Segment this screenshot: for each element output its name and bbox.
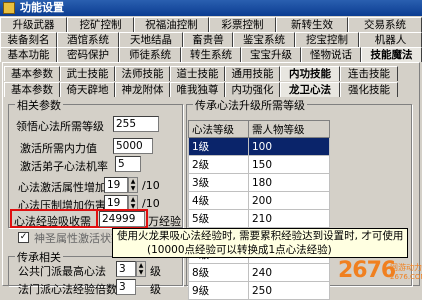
table-row[interactable]: 2级 150 bbox=[188, 155, 330, 174]
tab-rebirth-effect[interactable]: 新转生效 bbox=[276, 17, 348, 32]
table-row[interactable]: 8级 240 bbox=[188, 263, 330, 282]
tab-skill-magic[interactable]: 技能魔法 bbox=[361, 47, 422, 62]
public-skill-spinner[interactable]: ▲ ▼ bbox=[136, 261, 146, 277]
attr-unit: /10 bbox=[142, 179, 160, 192]
exp-unit: 万经验 bbox=[148, 215, 181, 228]
tab-yitian[interactable]: 倚天辟地 bbox=[60, 82, 115, 97]
tab-rebirth[interactable]: 转生系统 bbox=[181, 47, 241, 62]
window-title: 功能设置 bbox=[20, 1, 64, 14]
tab-upgrade-weapon[interactable]: 升级武器 bbox=[0, 17, 67, 32]
public-skill-input[interactable] bbox=[116, 261, 136, 277]
watermark-url: 2676.COM bbox=[390, 273, 422, 281]
tab-bless-oil[interactable]: 祝福油控制 bbox=[134, 17, 209, 32]
level-table[interactable]: 心法等级 需人物等级 1级1002级1503级1804级2005级2106级22… bbox=[188, 120, 330, 300]
cell-skill-level[interactable]: 4级 bbox=[188, 191, 249, 210]
tab-appraise[interactable]: 鉴宝系统 bbox=[233, 32, 295, 47]
table-row[interactable]: 4级 200 bbox=[188, 191, 330, 210]
table-row[interactable]: 9级 250 bbox=[188, 281, 330, 300]
tooltip-line-2: (10000点经验可以转换成1点心法经验) bbox=[147, 244, 332, 256]
table-row[interactable]: 5级 210 bbox=[188, 209, 330, 228]
cell-skill-level[interactable]: 2级 bbox=[188, 155, 249, 174]
tab-dragon-guard[interactable]: 龙卫心法 bbox=[280, 82, 340, 97]
tab-tavern[interactable]: 酒馆系统 bbox=[57, 32, 119, 47]
holy-attr-checkbox[interactable]: ✓ bbox=[18, 232, 29, 243]
tab-row-2: 装备刻名 酒馆系统 天地结晶 畜贵兽 鉴宝系统 挖宝控制 机器人 bbox=[0, 32, 422, 47]
public-skill-label: 公共门派最高心法 bbox=[18, 265, 106, 278]
attr-input[interactable] bbox=[104, 177, 128, 193]
col-skill-level[interactable]: 心法等级 bbox=[188, 120, 249, 138]
params-group-title: 相关参数 bbox=[15, 97, 63, 113]
tab-mining-control[interactable]: 挖矿控制 bbox=[67, 17, 134, 32]
tab-inner-skills[interactable]: 内功技能 bbox=[280, 66, 340, 81]
tab-combo-skills[interactable]: 连击技能 bbox=[340, 66, 398, 81]
tooltip-line-1: 使用火龙果吸心法经验时, 需要累积经验达到设置时, 才可使用 bbox=[117, 230, 404, 242]
tab-password[interactable]: 密码保护 bbox=[57, 47, 119, 62]
tab-row-1: 升级武器 挖矿控制 祝福油控制 彩票控制 新转生效 交易系统 bbox=[0, 17, 422, 32]
tab-row-5: 基本参数 倚天辟地 神龙附体 唯我独尊 内功强化 龙卫心法 强化技能 bbox=[4, 82, 418, 97]
tab-crystal[interactable]: 天地结晶 bbox=[119, 32, 183, 47]
disciple-label: 激活弟子心法机率 bbox=[20, 160, 108, 173]
cell-required-level[interactable]: 200 bbox=[248, 191, 330, 210]
tab-basic-functions[interactable]: 基本功能 bbox=[0, 47, 57, 62]
exp-tooltip: 使用火龙果吸心法经验时, 需要累积经验达到设置时, 才可使用 (10000点经验… bbox=[112, 228, 409, 258]
cell-skill-level[interactable]: 3级 bbox=[188, 173, 249, 192]
cell-required-level[interactable]: 100 bbox=[248, 137, 330, 156]
tab-beast[interactable]: 畜贵兽 bbox=[183, 32, 233, 47]
tab-enhance-skills[interactable]: 强化技能 bbox=[340, 82, 398, 97]
tab-common-skills[interactable]: 通用技能 bbox=[225, 66, 280, 81]
table-row[interactable]: 3级 180 bbox=[188, 173, 330, 192]
level-input[interactable] bbox=[113, 116, 159, 132]
cell-skill-level[interactable]: 8级 bbox=[188, 263, 249, 282]
cell-required-level[interactable]: 210 bbox=[248, 209, 330, 228]
power-label: 激活所需内力值 bbox=[20, 142, 97, 155]
tab-lottery[interactable]: 彩票控制 bbox=[209, 17, 276, 32]
cell-required-level[interactable]: 250 bbox=[248, 281, 330, 300]
tab-engrave[interactable]: 装备刻名 bbox=[0, 32, 57, 47]
extra-label: 法门派心法经验倍数 bbox=[18, 283, 117, 296]
tab-basic-params[interactable]: 基本参数 bbox=[4, 66, 60, 81]
tab-mentor[interactable]: 师徒系统 bbox=[119, 47, 181, 62]
tab-treasure[interactable]: 挖宝控制 bbox=[295, 32, 359, 47]
tab-mage-skills[interactable]: 法师技能 bbox=[115, 66, 170, 81]
cell-skill-level[interactable]: 1级 bbox=[188, 137, 249, 156]
window-title-bar: 功能设置 bbox=[0, 0, 422, 16]
extra-input[interactable] bbox=[116, 279, 136, 295]
tab-basic-params-2[interactable]: 基本参数 bbox=[4, 82, 60, 97]
cell-skill-level[interactable]: 9级 bbox=[188, 281, 249, 300]
col-required-level[interactable]: 需人物等级 bbox=[248, 120, 330, 138]
tab-shenlong[interactable]: 神龙附体 bbox=[115, 82, 170, 97]
cell-required-level[interactable]: 150 bbox=[248, 155, 330, 174]
extra-unit: 级 bbox=[150, 283, 161, 296]
tab-pet-upgrade[interactable]: 宝宝升级 bbox=[241, 47, 301, 62]
power-input[interactable] bbox=[113, 138, 153, 154]
table-row[interactable]: 1级 100 bbox=[188, 137, 330, 156]
exp-label: 心法经验吸收需 bbox=[14, 215, 91, 228]
exp-input[interactable] bbox=[99, 211, 145, 227]
level-label: 领悟心法所需等级 bbox=[16, 120, 104, 133]
tab-row-4: 基本参数 武士技能 法师技能 道士技能 通用技能 内功技能 连击技能 bbox=[4, 66, 418, 81]
tab-inner-strengthen[interactable]: 内功强化 bbox=[225, 82, 280, 97]
level-table-title: 传承心法升级所需等级 bbox=[193, 97, 307, 113]
attr-spinner[interactable]: ▲ ▼ bbox=[128, 177, 138, 193]
tab-warrior-skills[interactable]: 武士技能 bbox=[60, 66, 115, 81]
tab-monster-talk[interactable]: 怪物说话 bbox=[301, 47, 361, 62]
app-icon bbox=[3, 2, 15, 14]
watermark-sub: 网游动力 bbox=[390, 263, 422, 272]
public-skill-unit: 级 bbox=[150, 265, 161, 278]
watermark-text: 2676 bbox=[338, 258, 396, 283]
tab-robot[interactable]: 机器人 bbox=[359, 32, 422, 47]
cell-required-level[interactable]: 240 bbox=[248, 263, 330, 282]
tab-weiwo[interactable]: 唯我独尊 bbox=[170, 82, 225, 97]
disciple-input[interactable] bbox=[115, 156, 141, 172]
cell-required-level[interactable]: 180 bbox=[248, 173, 330, 192]
tab-taoist-skills[interactable]: 道士技能 bbox=[170, 66, 225, 81]
cell-skill-level[interactable]: 5级 bbox=[188, 209, 249, 228]
tab-row-3: 基本功能 密码保护 师徒系统 转生系统 宝宝升级 怪物说话 技能魔法 bbox=[0, 47, 422, 62]
tab-trade-system[interactable]: 交易系统 bbox=[348, 17, 422, 32]
watermark-logo: 2676 bbox=[338, 258, 396, 283]
attr-label: 心法激活属性增加 bbox=[18, 181, 106, 194]
